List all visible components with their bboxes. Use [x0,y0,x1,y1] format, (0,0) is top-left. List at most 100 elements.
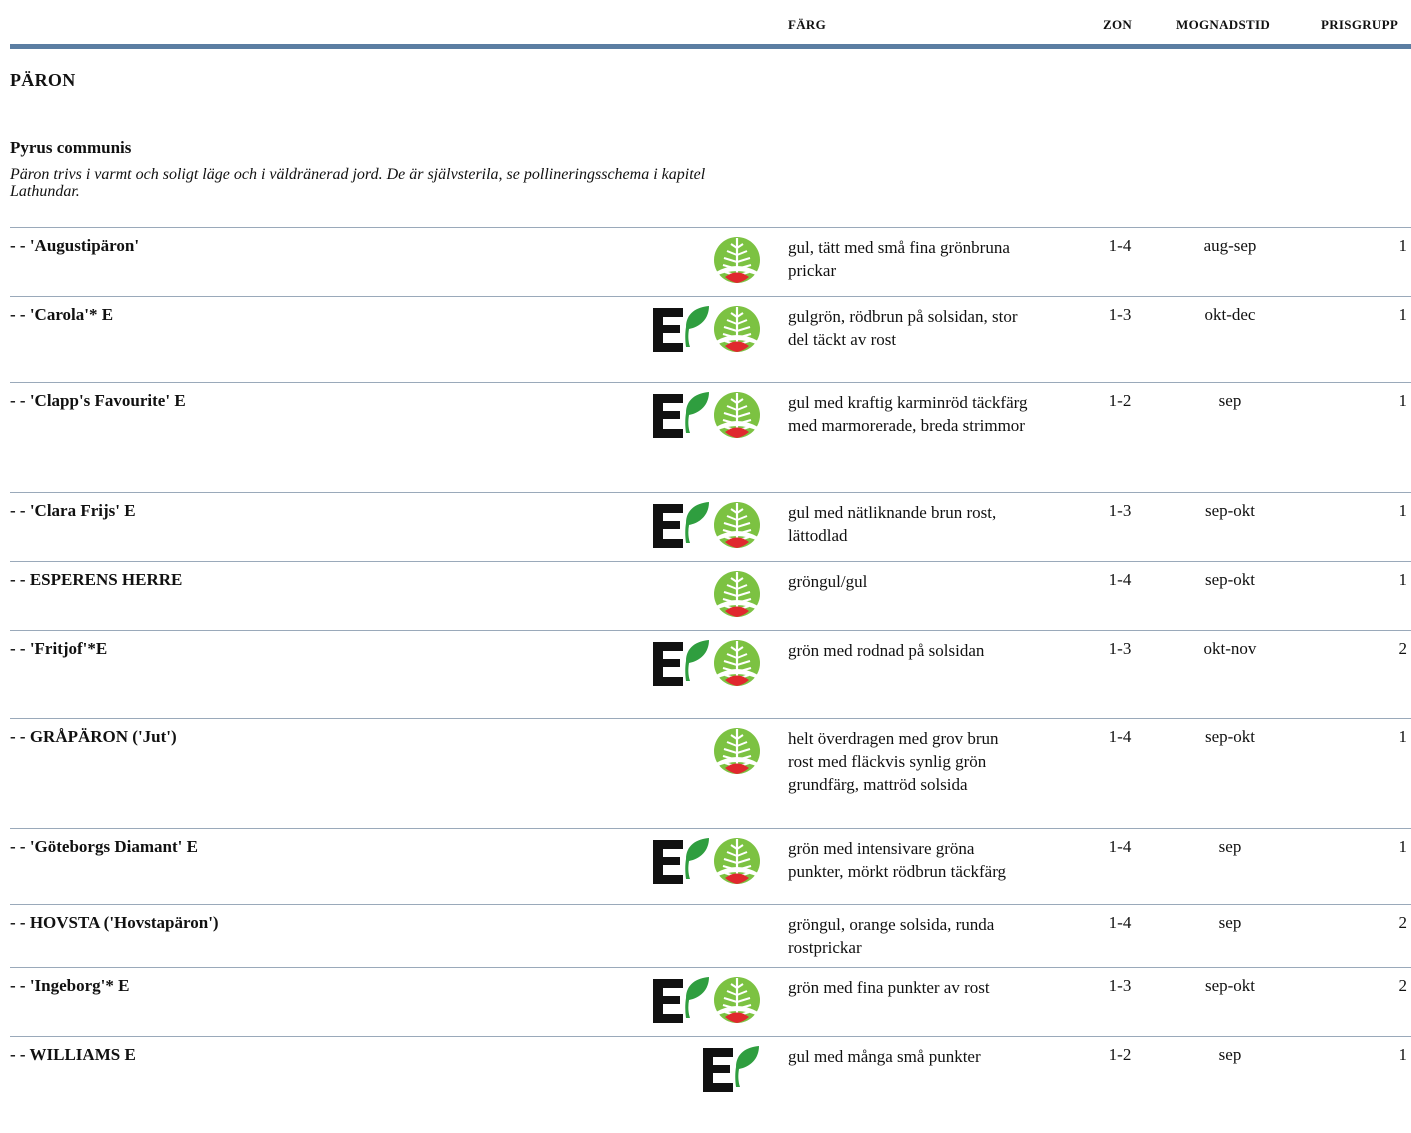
variety-price-group: 1 [1398,727,1408,746]
variety-price-group: 2 [1398,976,1408,995]
tree-leaf-icon [714,977,760,1023]
variety-name: - - HOVSTA ('Hovstapäron') [10,913,219,932]
variety-color: gröngul/gul [788,572,868,591]
e-leaf-icon [653,392,709,438]
variety-color: grön med fina punkter av rost [788,978,990,997]
column-zone: ZON [1103,17,1133,32]
variety-badges [713,570,761,618]
variety-name: - - 'Augustipäron' [10,236,140,255]
variety-zone: 1-2 [1108,391,1132,410]
variety-color: helt överdragen med grov brun rost med f… [788,729,999,794]
variety-zone: 1-4 [1108,727,1132,746]
variety-price-group: 1 [1398,501,1408,520]
variety-zone: 1-4 [1108,913,1132,932]
variety-row: - - 'Augustipäron' gul, tätt med små fina… [10,227,1411,297]
variety-price-group: 1 [1398,391,1408,410]
variety-price-group: 1 [1398,837,1408,856]
variety-color: gul med många små punkter [788,1047,981,1066]
variety-badges [713,727,761,775]
variety-price-group: 1 [1398,570,1408,589]
variety-zone: 1-4 [1108,236,1132,255]
variety-row: - - WILLIAMS E gul med många små punkter 1… [10,1036,1411,1117]
variety-zone: 1-4 [1108,837,1132,856]
variety-price-group: 1 [1398,236,1408,255]
variety-price-group: 1 [1398,305,1408,324]
variety-zone: 1-2 [1108,1045,1132,1064]
variety-badges [653,501,761,549]
variety-color: grön med rodnad på solsidan [788,641,985,660]
variety-name: - - 'Clara Frijs' E [10,501,136,520]
variety-name: - - 'Göteborgs Diamant' E [10,837,198,856]
e-leaf-icon [653,306,709,352]
variety-row: - - 'Carola'* E gulgrön, rödbrun på solsi… [10,296,1411,383]
variety-color: gröngul, orange solsida, runda rostprick… [788,915,995,957]
e-leaf-icon [653,977,709,1023]
variety-name: - - 'Fritjof'*E [10,639,108,658]
tree-leaf-icon [714,838,760,884]
variety-row: - - 'Fritjof'*E grön med rodnad på solsid… [10,630,1411,719]
variety-zone: 1-4 [1108,570,1132,589]
variety-badges [653,391,761,439]
tree-leaf-icon [714,502,760,548]
tree-leaf-icon [714,640,760,686]
variety-row: - - HOVSTA ('Hovstapäron') gröngul, orang… [10,904,1411,968]
tree-leaf-icon [714,728,760,774]
variety-name: - - 'Ingeborg'* E [10,976,130,995]
variety-ripening: okt-nov [1203,639,1257,658]
tree-leaf-icon [714,306,760,352]
variety-badges [653,305,761,353]
variety-badges [713,236,761,284]
variety-badges [703,1045,761,1093]
header-rule [10,44,1411,49]
variety-color: grön med intensivare gröna punkter, mörk… [788,839,1007,881]
variety-row: - - 'Clapp's Favourite' E gul med kraftig… [10,382,1411,493]
variety-row: - - 'Clara Frijs' E gul med nätliknande b… [10,492,1411,562]
variety-name: - - WILLIAMS E [10,1045,136,1064]
variety-color: gul, tätt med små fina grönbruna prickar [788,238,1010,280]
variety-color: gul med kraftig karminröd täckfärg med m… [788,393,1028,435]
variety-row: - - ESPERENS HERRE gröngul/gul 1-4 sep-okt 1 [10,561,1411,631]
e-leaf-icon [653,838,709,884]
variety-row: - - 'Göteborgs Diamant' E grön med intens… [10,828,1411,905]
variety-ripening: sep [1218,913,1242,932]
variety-price-group: 2 [1398,639,1408,658]
variety-badges [653,976,761,1024]
variety-zone: 1-3 [1108,976,1132,995]
variety-badges [653,837,761,885]
variety-ripening: sep-okt [1204,570,1256,589]
variety-name: - - 'Carola'* E [10,305,114,324]
variety-ripening: sep-okt [1204,727,1256,746]
variety-price-group: 2 [1398,913,1408,932]
e-leaf-icon [703,1046,759,1092]
section-title: PÄRON [10,70,76,90]
variety-zone: 1-3 [1108,639,1132,658]
tree-leaf-icon [714,392,760,438]
e-leaf-icon [653,640,709,686]
variety-name: - - 'Clapp's Favourite' E [10,391,186,410]
species-description: Päron trivs i varmt och soligt läge och … [10,166,706,200]
variety-ripening: sep [1218,391,1242,410]
variety-zone: 1-3 [1108,305,1132,324]
variety-name: - - GRÅPÄRON ('Jut') [10,727,177,746]
variety-ripening: aug-sep [1203,236,1257,255]
tree-leaf-icon [714,237,760,283]
variety-color: gul med nätliknande brun rost, lättodlad [788,503,997,545]
variety-zone: 1-3 [1108,501,1132,520]
e-leaf-icon [653,502,709,548]
tree-leaf-icon [714,571,760,617]
variety-ripening: sep [1218,837,1242,856]
species-name: Pyrus communis [10,138,132,157]
variety-price-group: 1 [1398,1045,1408,1064]
column-color: FÄRG [788,17,827,32]
variety-row: - - GRÅPÄRON ('Jut') helt överdragen med … [10,718,1411,829]
column-ripening: MOGNADSTID [1176,17,1271,32]
variety-row: - - 'Ingeborg'* E grön med fina punkter a… [10,967,1411,1037]
variety-name: - - ESPERENS HERRE [10,570,183,589]
variety-color: gulgrön, rödbrun på solsidan, stor del t… [788,307,1018,349]
variety-badges [653,639,761,687]
variety-ripening: sep-okt [1204,501,1256,520]
column-price-group: PRISGRUPP [1321,17,1399,32]
variety-ripening: sep [1218,1045,1242,1064]
variety-ripening: okt-dec [1204,305,1256,324]
variety-ripening: sep-okt [1204,976,1256,995]
